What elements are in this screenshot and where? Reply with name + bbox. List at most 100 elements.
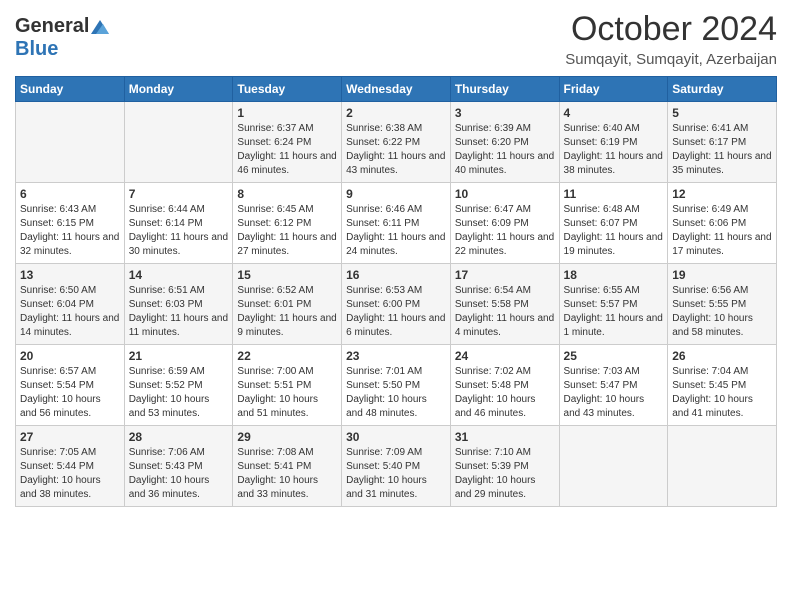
day-content: Sunrise: 6:49 AM Sunset: 6:06 PM Dayligh… [672,203,772,259]
calendar-cell: 23 Sunrise: 7:01 AM Sunset: 5:50 PM Dayli… [342,345,451,426]
calendar-cell: 15 Sunrise: 6:52 AM Sunset: 6:01 PM Dayli… [233,264,342,345]
day-number: 7 [129,187,229,201]
day-content: Sunrise: 6:55 AM Sunset: 5:57 PM Dayligh… [564,284,664,340]
day-number: 2 [346,106,446,120]
calendar-cell: 30Sunrise: 7:09 AM Sunset: 5:40 PM Dayli… [342,426,451,507]
day-header-friday: Friday [559,77,668,102]
day-content: Sunrise: 6:43 AM Sunset: 6:15 PM Dayligh… [20,203,120,259]
page-header: General Blue October 2024 Sumqayit, Sumq… [15,10,777,68]
calendar-cell: 20 Sunrise: 6:57 AM Sunset: 5:54 PM Dayli… [16,345,125,426]
day-number: 28 [129,430,229,444]
day-content: Sunrise: 7:01 AM Sunset: 5:50 PM Dayligh… [346,365,446,421]
calendar-cell: 27 Sunrise: 7:05 AM Sunset: 5:44 PM Dayli… [16,426,125,507]
day-number: 23 [346,349,446,363]
day-content: Sunrise: 6:57 AM Sunset: 5:54 PM Dayligh… [20,365,120,421]
day-content: Sunrise: 7:08 AM Sunset: 5:41 PM Dayligh… [237,446,337,502]
day-number: 4 [564,106,664,120]
calendar-cell: 21 Sunrise: 6:59 AM Sunset: 5:52 PM Dayli… [124,345,233,426]
calendar-cell: 14 Sunrise: 6:51 AM Sunset: 6:03 PM Dayli… [124,264,233,345]
calendar-cell: 12 Sunrise: 6:49 AM Sunset: 6:06 PM Dayli… [668,183,777,264]
day-content: Sunrise: 7:02 AM Sunset: 5:48 PM Dayligh… [455,365,555,421]
day-number: 17 [455,268,555,282]
day-header-sunday: Sunday [16,77,125,102]
day-content: Sunrise: 6:53 AM Sunset: 6:00 PM Dayligh… [346,284,446,340]
calendar-header-row: SundayMondayTuesdayWednesdayThursdayFrid… [16,77,777,102]
calendar-week-row: 6 Sunrise: 6:43 AM Sunset: 6:15 PM Daylig… [16,183,777,264]
day-number: 13 [20,268,120,282]
logo-blue-text: Blue [15,38,58,61]
day-number: 31 [455,430,555,444]
calendar-week-row: 27 Sunrise: 7:05 AM Sunset: 5:44 PM Dayli… [16,426,777,507]
calendar-cell [668,426,777,507]
calendar-cell: 2 Sunrise: 6:38 AM Sunset: 6:22 PM Daylig… [342,102,451,183]
calendar-table: SundayMondayTuesdayWednesdayThursdayFrid… [15,76,777,507]
calendar-cell: 3 Sunrise: 6:39 AM Sunset: 6:20 PM Daylig… [450,102,559,183]
day-number: 5 [672,106,772,120]
day-content: Sunrise: 7:03 AM Sunset: 5:47 PM Dayligh… [564,365,664,421]
calendar-week-row: 1Sunrise: 6:37 AM Sunset: 6:24 PM Daylig… [16,102,777,183]
day-number: 8 [237,187,337,201]
day-content: Sunrise: 6:48 AM Sunset: 6:07 PM Dayligh… [564,203,664,259]
day-content: Sunrise: 6:51 AM Sunset: 6:03 PM Dayligh… [129,284,229,340]
day-number: 25 [564,349,664,363]
day-number: 10 [455,187,555,201]
day-number: 20 [20,349,120,363]
day-content: Sunrise: 6:56 AM Sunset: 5:55 PM Dayligh… [672,284,772,340]
day-content: Sunrise: 6:38 AM Sunset: 6:22 PM Dayligh… [346,122,446,178]
day-number: 12 [672,187,772,201]
calendar-cell: 26Sunrise: 7:04 AM Sunset: 5:45 PM Dayli… [668,345,777,426]
calendar-cell: 28 Sunrise: 7:06 AM Sunset: 5:43 PM Dayli… [124,426,233,507]
calendar-cell: 19Sunrise: 6:56 AM Sunset: 5:55 PM Dayli… [668,264,777,345]
day-content: Sunrise: 7:10 AM Sunset: 5:39 PM Dayligh… [455,446,555,502]
calendar-cell: 13 Sunrise: 6:50 AM Sunset: 6:04 PM Dayli… [16,264,125,345]
calendar-cell: 31 Sunrise: 7:10 AM Sunset: 5:39 PM Dayli… [450,426,559,507]
day-content: Sunrise: 6:44 AM Sunset: 6:14 PM Dayligh… [129,203,229,259]
title-section: October 2024 Sumqayit, Sumqayit, Azerbai… [565,10,777,68]
day-number: 14 [129,268,229,282]
day-number: 15 [237,268,337,282]
day-header-monday: Monday [124,77,233,102]
day-content: Sunrise: 6:39 AM Sunset: 6:20 PM Dayligh… [455,122,555,178]
day-number: 24 [455,349,555,363]
calendar-cell: 7 Sunrise: 6:44 AM Sunset: 6:14 PM Daylig… [124,183,233,264]
calendar-cell [559,426,668,507]
logo: General Blue [15,10,109,61]
calendar-cell: 24 Sunrise: 7:02 AM Sunset: 5:48 PM Dayli… [450,345,559,426]
calendar-cell: 5Sunrise: 6:41 AM Sunset: 6:17 PM Daylig… [668,102,777,183]
day-number: 1 [237,106,337,120]
calendar-week-row: 20 Sunrise: 6:57 AM Sunset: 5:54 PM Dayli… [16,345,777,426]
calendar-cell: 10 Sunrise: 6:47 AM Sunset: 6:09 PM Dayli… [450,183,559,264]
day-content: Sunrise: 6:47 AM Sunset: 6:09 PM Dayligh… [455,203,555,259]
day-header-tuesday: Tuesday [233,77,342,102]
day-header-thursday: Thursday [450,77,559,102]
calendar-cell: 18 Sunrise: 6:55 AM Sunset: 5:57 PM Dayli… [559,264,668,345]
day-content: Sunrise: 7:05 AM Sunset: 5:44 PM Dayligh… [20,446,120,502]
day-number: 30 [346,430,446,444]
day-number: 22 [237,349,337,363]
day-number: 3 [455,106,555,120]
calendar-cell: 8 Sunrise: 6:45 AM Sunset: 6:12 PM Daylig… [233,183,342,264]
day-number: 16 [346,268,446,282]
day-content: Sunrise: 6:40 AM Sunset: 6:19 PM Dayligh… [564,122,664,178]
calendar-cell: 6 Sunrise: 6:43 AM Sunset: 6:15 PM Daylig… [16,183,125,264]
calendar-cell [16,102,125,183]
day-number: 18 [564,268,664,282]
day-number: 21 [129,349,229,363]
day-content: Sunrise: 6:59 AM Sunset: 5:52 PM Dayligh… [129,365,229,421]
day-content: Sunrise: 6:46 AM Sunset: 6:11 PM Dayligh… [346,203,446,259]
day-content: Sunrise: 6:52 AM Sunset: 6:01 PM Dayligh… [237,284,337,340]
calendar-cell: 9Sunrise: 6:46 AM Sunset: 6:11 PM Daylig… [342,183,451,264]
calendar-cell: 22Sunrise: 7:00 AM Sunset: 5:51 PM Dayli… [233,345,342,426]
calendar-cell [124,102,233,183]
logo-general-text: General [15,15,89,38]
calendar-cell: 17Sunrise: 6:54 AM Sunset: 5:58 PM Dayli… [450,264,559,345]
calendar-cell: 29Sunrise: 7:08 AM Sunset: 5:41 PM Dayli… [233,426,342,507]
day-header-saturday: Saturday [668,77,777,102]
day-number: 27 [20,430,120,444]
day-content: Sunrise: 6:45 AM Sunset: 6:12 PM Dayligh… [237,203,337,259]
day-content: Sunrise: 6:50 AM Sunset: 6:04 PM Dayligh… [20,284,120,340]
logo-icon [91,20,109,34]
day-number: 6 [20,187,120,201]
day-content: Sunrise: 7:06 AM Sunset: 5:43 PM Dayligh… [129,446,229,502]
day-header-wednesday: Wednesday [342,77,451,102]
